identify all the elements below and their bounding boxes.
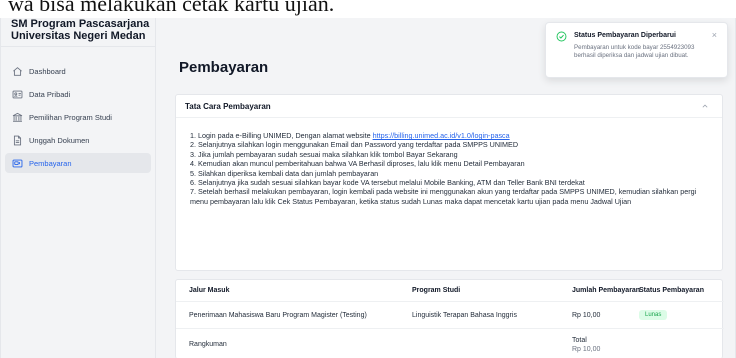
sidebar-item-label: Pembayaran xyxy=(29,158,72,168)
total-value: Rp 10,00 xyxy=(572,345,601,353)
total-label: Total xyxy=(572,336,587,344)
caption-text: wa bisa melakukan cetak kartu ujian. xyxy=(8,0,335,16)
status-badge: Lunas xyxy=(639,310,668,320)
brand-title: SM Program Pascasarjana Universitas Nege… xyxy=(11,18,156,42)
guide-step-2: 2. Selanjutnya silahkan login menggunaka… xyxy=(190,140,519,150)
sidebar-item-label: Unggah Dokumen xyxy=(29,135,90,145)
home-icon xyxy=(11,65,23,77)
notification-toast: Status Pembayaran Diperbarui Pembayaran … xyxy=(545,22,728,78)
table-summary-row: Rangkuman Total Rp 10,00 xyxy=(176,329,724,358)
sidebar-item-pembayaran[interactable]: Pembayaran xyxy=(5,153,151,173)
sidebar: SM Program Pascasarjana Universitas Nege… xyxy=(1,15,156,358)
table-header: Jalur Masuk Program Studi Jumlah Pembaya… xyxy=(176,280,724,302)
toast-title: Status Pembayaran Diperbarui xyxy=(574,32,676,39)
document-caption-fragment: wa bisa melakukan cetak kartu ujian. xyxy=(0,0,736,18)
document-icon xyxy=(11,134,23,146)
cell-status: Lunas xyxy=(639,302,668,328)
payment-icon xyxy=(11,157,23,169)
payment-guide-card: Tata Cara Pembayaran 1. Login pada e-Bil… xyxy=(175,94,723,271)
guide-step-5: 5. Silahkan diperiksa kembali data dan j… xyxy=(190,168,379,178)
chevron-up-icon[interactable] xyxy=(700,101,710,111)
payment-table: Jalur Masuk Program Studi Jumlah Pembaya… xyxy=(175,279,724,358)
guide-step-1: 1. Login pada e-Billing UNIMED, Dengan a… xyxy=(190,131,510,140)
sidebar-nav: Dashboard Data Pribadi Pemilihan Program… xyxy=(5,61,151,176)
brand-line-2: Universitas Negeri Medan xyxy=(11,30,146,42)
billing-link[interactable]: https://billing.unimed.ac.id/v1.0/login-… xyxy=(373,131,510,140)
payment-guide-steps: 1. Login pada e-Billing UNIMED, Dengan a… xyxy=(176,118,722,206)
header-jalur-masuk: Jalur Masuk xyxy=(189,287,230,294)
cell-program-studi: Linguistik Terapan Bahasa Inggris xyxy=(412,311,517,319)
payment-guide-header[interactable]: Tata Cara Pembayaran xyxy=(176,95,722,118)
toast-message: Pembayaran untuk kode bayar 2554923093 b… xyxy=(574,44,695,59)
header-status-pembayaran: Status Pembayaran xyxy=(639,287,704,294)
guide-step-3: 3. Jika jumlah pembayaran sudah sesuai m… xyxy=(190,149,458,159)
page-title: Pembayaran xyxy=(179,59,269,76)
sidebar-item-dashboard[interactable]: Dashboard xyxy=(5,61,151,81)
header-jumlah-pembayaran: Jumlah Pembayaran xyxy=(572,287,641,294)
summary-label: Rangkuman xyxy=(189,341,227,348)
sidebar-item-unggah-dokumen[interactable]: Unggah Dokumen xyxy=(5,130,151,150)
building-icon xyxy=(11,111,23,123)
sidebar-item-label: Dashboard xyxy=(29,66,66,76)
payment-guide-title: Tata Cara Pembayaran xyxy=(185,101,271,111)
sidebar-item-data-pribadi[interactable]: Data Pribadi xyxy=(5,84,151,104)
summary-total: Total Rp 10,00 xyxy=(572,329,600,358)
check-circle-icon xyxy=(556,31,567,42)
divider xyxy=(1,46,156,47)
guide-step-7: 7. Setelah berhasil melakukan pembayaran… xyxy=(190,187,697,206)
guide-step-4: 4. Kemudian akan muncul pemberitahuan ba… xyxy=(190,159,525,169)
table-row: Penerimaan Mahasiswa Baru Program Magist… xyxy=(176,302,724,329)
sidebar-item-pemilihan-program-studi[interactable]: Pemilihan Program Studi xyxy=(5,107,151,127)
id-card-icon xyxy=(11,88,23,100)
header-program-studi: Program Studi xyxy=(412,287,461,294)
sidebar-item-label: Data Pribadi xyxy=(29,89,71,99)
guide-step-6: 6. Selanjutnya jika sudah sesuai silahka… xyxy=(190,178,585,188)
cell-jalur-masuk: Penerimaan Mahasiswa Baru Program Magist… xyxy=(189,311,367,319)
cell-jumlah-pembayaran: Rp 10,00 xyxy=(572,311,601,319)
sidebar-item-label: Pemilihan Program Studi xyxy=(29,112,112,122)
brand-line-1: SM Program Pascasarjana xyxy=(11,18,150,30)
close-icon[interactable]: × xyxy=(712,30,717,40)
